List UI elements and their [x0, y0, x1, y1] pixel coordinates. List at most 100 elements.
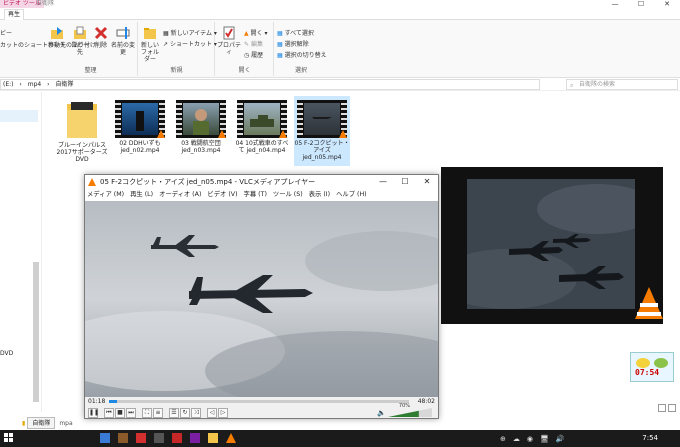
new-folder-button[interactable]: 新しいフォルダー — [139, 26, 161, 63]
search-input[interactable]: ⌕ 自衛隊の検索 — [566, 79, 678, 90]
vlc-cone-icon — [339, 130, 347, 138]
address-bar[interactable]: (E:) › mp4 › 自衛隊 — [0, 79, 540, 90]
vlc-close-button[interactable]: ✕ — [416, 175, 438, 189]
select-all-button[interactable]: ▦ すべて選択 — [277, 28, 314, 37]
close-button[interactable]: ✕ — [654, 0, 680, 9]
vlc-player-window: 05 F-2コクピット・アイズ jed_n05.mp4 - VLCメディアプレイ… — [84, 174, 439, 419]
breadcrumb-current[interactable]: 自衛隊 — [55, 81, 73, 88]
nav-selected-item[interactable] — [0, 110, 38, 122]
fullscreen-icon[interactable]: ⛶ — [142, 407, 152, 418]
file-item-video-selected[interactable]: 05 F-2コクピット・アイズ jed_n05.mp4 — [294, 96, 350, 166]
shortcut-button[interactable]: ↗ ショートカット ▾ — [163, 39, 217, 48]
vlc-cone-icon — [218, 130, 226, 138]
volume-icon[interactable]: 🔈 — [377, 409, 386, 417]
file-explorer-taskbar-icon[interactable] — [208, 433, 218, 443]
new-folder-icon — [143, 26, 157, 40]
move-to-button[interactable]: 移動先 — [46, 26, 68, 49]
open-label: 開く ▾ — [250, 30, 268, 37]
menu-subtitle[interactable]: 字幕 (T) — [244, 189, 267, 201]
nav-item-dvd[interactable]: DVD — [0, 350, 13, 357]
edit-icon: ✎ — [244, 41, 251, 48]
delete-button[interactable]: 削除 — [92, 26, 110, 49]
menu-playback[interactable]: 再生 (L) — [130, 189, 153, 201]
windows-start-icon[interactable] — [4, 433, 14, 443]
delete-label: 削除 — [94, 42, 107, 49]
menu-tools[interactable]: ツール (S) — [273, 189, 303, 201]
open-folder-tab[interactable]: 自衛隊 — [27, 417, 56, 429]
stop-icon[interactable]: ■ — [115, 407, 125, 418]
file-item-video[interactable]: 03 戦闘航空団 jed_n03.mp4 — [172, 96, 230, 154]
delete-icon — [94, 26, 108, 40]
edit-button[interactable]: ✎ 編集 — [244, 39, 263, 48]
menu-audio[interactable]: オーディオ (A) — [159, 189, 201, 201]
loop-icon[interactable]: ↻ — [180, 407, 190, 418]
taskbar-app-icon[interactable] — [172, 433, 182, 443]
file-item-folder[interactable]: ブルーインパルス2017サポーターズDVD — [53, 96, 111, 163]
breadcrumb-mp4[interactable]: mp4 — [28, 81, 41, 88]
playlist-icon[interactable]: ☰ — [169, 407, 179, 418]
maximize-button[interactable]: ☐ — [628, 0, 654, 9]
copy-to-label: コピー先 — [70, 42, 89, 56]
frame-forward-icon[interactable]: ▷ — [218, 407, 228, 418]
invert-selection-button[interactable]: ▦ 選択の切り替え — [277, 50, 327, 59]
select-group: ▦ すべて選択 ▦ 選択解除 ▦ 選択の切り替え 選択 — [275, 22, 327, 76]
nav-scrollbar[interactable] — [33, 262, 39, 402]
rename-button[interactable]: 名前の変更 — [111, 26, 135, 56]
copy-path-button[interactable]: ビー — [0, 28, 12, 37]
previous-icon[interactable]: ⏮ — [104, 407, 114, 418]
pause-button[interactable]: ❚❚ — [88, 407, 99, 418]
breadcrumb-separator[interactable]: › — [19, 81, 21, 88]
breadcrumb-drive[interactable]: (E:) — [3, 81, 14, 88]
menu-media[interactable]: メディア (M) — [87, 189, 124, 201]
select-all-icon: ▦ — [277, 30, 285, 37]
frame-back-icon[interactable]: ◁ — [207, 407, 217, 418]
random-icon[interactable]: ⤨ — [191, 407, 201, 418]
elapsed-time: 01:18 — [88, 398, 106, 405]
tab-play[interactable]: 再生 — [4, 9, 25, 20]
properties-button[interactable]: プロパティ — [216, 26, 242, 56]
system-tray: ⊕ ☁ ◉ 🖥 🔊 — [500, 430, 565, 447]
vlc-seek-row: 01:18 48:02 — [85, 397, 438, 406]
cloud-icon[interactable]: ☁ — [513, 435, 520, 443]
menu-view[interactable]: 表示 (I) — [309, 189, 330, 201]
video-thumbnail — [115, 100, 165, 138]
large-icons-view-button[interactable] — [668, 404, 676, 412]
taskbar-app-icon[interactable] — [118, 433, 128, 443]
taskbar-app-icon[interactable] — [154, 433, 164, 443]
history-button[interactable]: ◷ 履歴 — [244, 50, 263, 59]
volume-slider[interactable] — [388, 408, 432, 417]
details-view-button[interactable] — [658, 404, 666, 412]
breadcrumb-separator[interactable]: › — [47, 81, 49, 88]
display-icon[interactable]: 🖥 — [540, 435, 549, 443]
volume-level — [388, 410, 419, 417]
search-icon: ⌕ — [570, 82, 574, 89]
next-icon[interactable]: ⏭ — [126, 407, 136, 418]
taskbar-clock[interactable]: 7:54 — [642, 430, 658, 447]
menu-video[interactable]: ビデオ (V) — [207, 189, 237, 201]
menu-help[interactable]: ヘルプ (H) — [336, 189, 367, 201]
new-item-button[interactable]: ▦ 新しいアイテム ▾ — [163, 28, 217, 37]
file-item-video[interactable]: 04 10式戦車のすべて jed_n04.mp4 — [233, 96, 291, 154]
network-icon[interactable]: ⊕ — [500, 435, 506, 443]
select-group-label: 選択 — [294, 67, 307, 74]
video-frame[interactable] — [85, 201, 438, 397]
file-name: 03 戦闘航空団 jed_n03.mp4 — [181, 140, 221, 154]
clock-widget[interactable]: 07:54 — [630, 352, 674, 382]
file-item-video[interactable]: 02 DDHいずも jed_n02.mp4 — [111, 96, 169, 154]
vlc-taskbar-icon[interactable] — [226, 433, 236, 443]
taskbar-app-icon[interactable] — [100, 433, 110, 443]
copy-to-button[interactable]: コピー先 — [69, 26, 91, 56]
select-none-button[interactable]: ▦ 選択解除 — [277, 39, 309, 48]
vlc-minimize-button[interactable]: — — [372, 175, 394, 189]
seek-bar[interactable] — [109, 400, 409, 403]
open-button[interactable]: ▲ 開く ▾ — [244, 28, 267, 37]
invert-selection-icon: ▦ — [277, 52, 285, 59]
extended-settings-icon[interactable]: ≡ — [153, 407, 163, 418]
taskbar-app-icon[interactable] — [136, 433, 146, 443]
taskbar-app-icon[interactable] — [190, 433, 200, 443]
minimize-button[interactable]: — — [602, 0, 628, 9]
status-icon[interactable]: ◉ — [527, 435, 533, 443]
vlc-maximize-button[interactable]: ☐ — [394, 175, 416, 189]
speaker-icon[interactable]: 🔊 — [556, 435, 565, 443]
organize-group-label: 整理 — [84, 67, 97, 74]
